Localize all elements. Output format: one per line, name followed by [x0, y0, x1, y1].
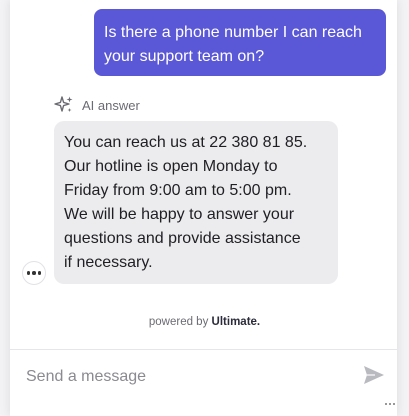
ai-message-line: questions and provide assistance [64, 230, 301, 247]
powered-by-footer: powered by Ultimate. [0, 316, 409, 328]
send-icon [363, 365, 385, 390]
ai-message-line: Our hotline is open Monday to [64, 158, 278, 175]
send-button[interactable] [362, 365, 386, 389]
message-composer [10, 350, 397, 404]
powered-by-text: powered by [148, 316, 209, 328]
more-options-button[interactable] [22, 261, 46, 285]
brand-link[interactable]: Ultimate. [212, 316, 261, 328]
more-options-icon-dot [37, 271, 42, 275]
user-message-bubble: Is there a phone number I can reach your… [94, 9, 386, 76]
ai-answer-label: AI answer [82, 97, 140, 113]
user-message-text: Is there a phone number I can reach your… [104, 24, 362, 65]
resize-handle-dot [393, 403, 395, 405]
message-input[interactable] [26, 365, 346, 389]
ai-message-line: Friday from 9:00 am to 5:00 pm. [64, 182, 292, 199]
ai-message-line: You can reach us at 22 380 81 85. [64, 134, 308, 151]
ai-message-line: We will be happy to answer your [64, 206, 295, 223]
sparkles-icon [54, 95, 74, 115]
more-options-icon-dot [32, 271, 36, 275]
resize-handle-dot [389, 403, 391, 405]
resize-handle[interactable] [385, 403, 395, 409]
more-options-icon [26, 271, 31, 275]
ai-message-line: if necessary. [64, 254, 153, 271]
resize-handle-dot [385, 403, 387, 405]
ai-message-bubble: You can reach us at 22 380 81 85. Our ho… [54, 121, 338, 284]
ai-answer-header: AI answer [54, 95, 140, 115]
